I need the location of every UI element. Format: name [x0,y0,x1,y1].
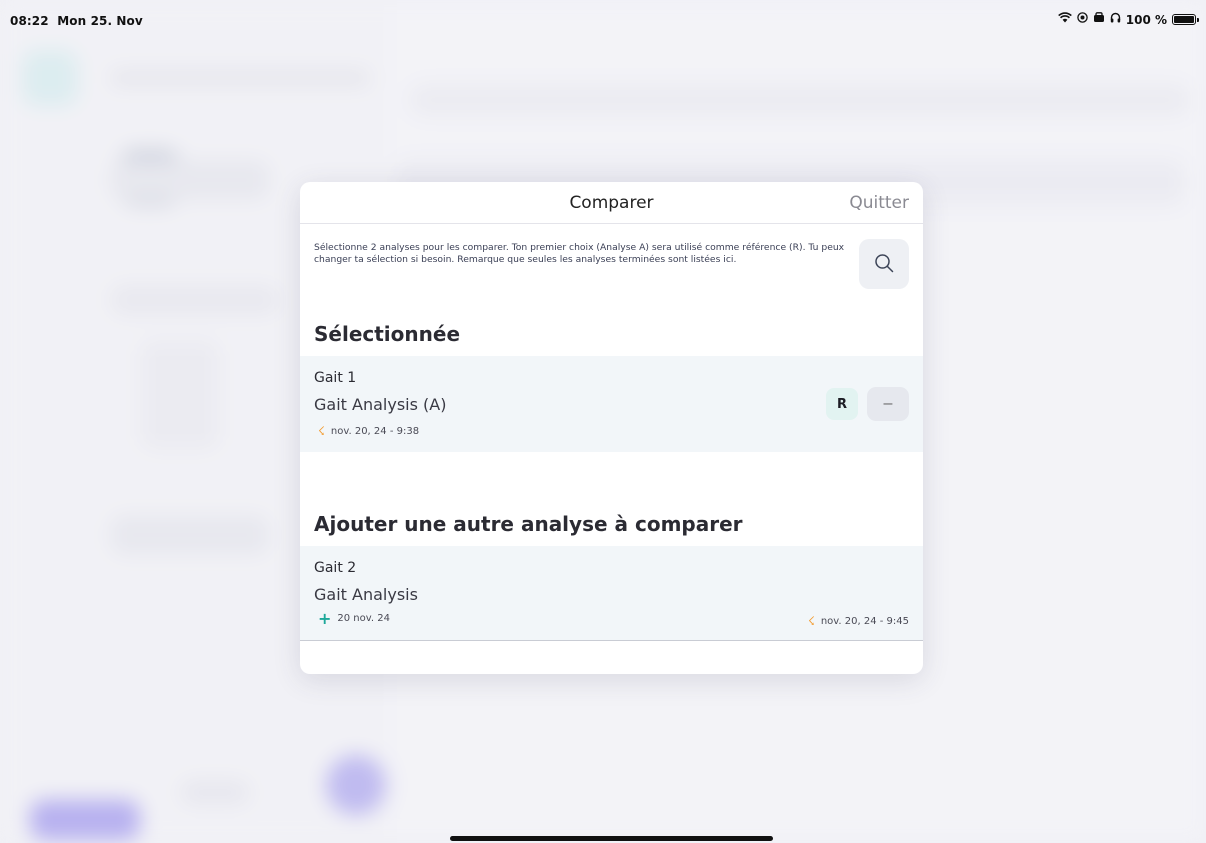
bolt-icon: ☇ [318,424,325,438]
analysis-timestamp: ☇ nov. 20, 24 - 9:45 [808,614,909,628]
quit-button[interactable]: Quitter [849,193,909,213]
analysis-type: Gait Analysis (A) [314,395,447,414]
analysis-type: Gait Analysis [314,585,418,604]
bolt-icon: ☇ [807,614,815,628]
search-button[interactable] [859,239,909,289]
intro-section: Sélectionne 2 analyses pour les comparer… [300,224,923,289]
analysis-name: Gait 2 [314,560,357,576]
created-date-text: 20 nov. 24 [337,613,390,624]
battery-icon [1172,14,1199,25]
compare-modal: Comparer Quitter Sélectionne 2 analyses … [300,182,923,674]
home-indicator [450,836,773,841]
status-date: Mon 25. Nov [57,14,143,28]
timestamp-text: nov. 20, 24 - 9:38 [330,425,420,437]
selected-section-title: Sélectionnée [314,322,461,346]
vpn-icon [1093,12,1105,27]
status-time: 08:22 [10,14,49,28]
status-time-date: 08:22 Mon 25. Nov [10,14,143,28]
location-icon [1077,12,1088,27]
available-analysis-row[interactable]: Gait 2 Gait Analysis + 20 nov. 24 ☇ nov.… [300,546,923,641]
status-icons: 100 % [1057,12,1199,27]
timestamp-text: nov. 20, 24 - 9:45 [820,615,909,627]
modal-header: Comparer Quitter [300,182,923,224]
plus-icon: + [318,608,332,628]
modal-title: Comparer [569,193,654,213]
wifi-icon [1057,12,1072,27]
search-icon [874,253,894,276]
analysis-timestamp: ☇ nov. 20, 24 - 9:38 [318,424,419,438]
intro-text: Sélectionne 2 analyses pour les comparer… [314,242,845,265]
remove-button[interactable]: – [867,387,909,421]
analysis-name: Gait 1 [314,370,357,386]
headphones-icon [1110,12,1121,27]
minus-icon: – [883,395,893,412]
analysis-created-date: + 20 nov. 24 [318,608,390,628]
add-section-title: Ajouter une autre analyse à comparer [314,512,743,536]
reference-badge: R [826,388,858,420]
battery-percent: 100 % [1125,12,1167,27]
selected-analysis-row[interactable]: Gait 1 Gait Analysis (A) ☇ nov. 20, 24 -… [300,356,923,452]
status-bar: 08:22 Mon 25. Nov 100 % [0,0,1206,32]
